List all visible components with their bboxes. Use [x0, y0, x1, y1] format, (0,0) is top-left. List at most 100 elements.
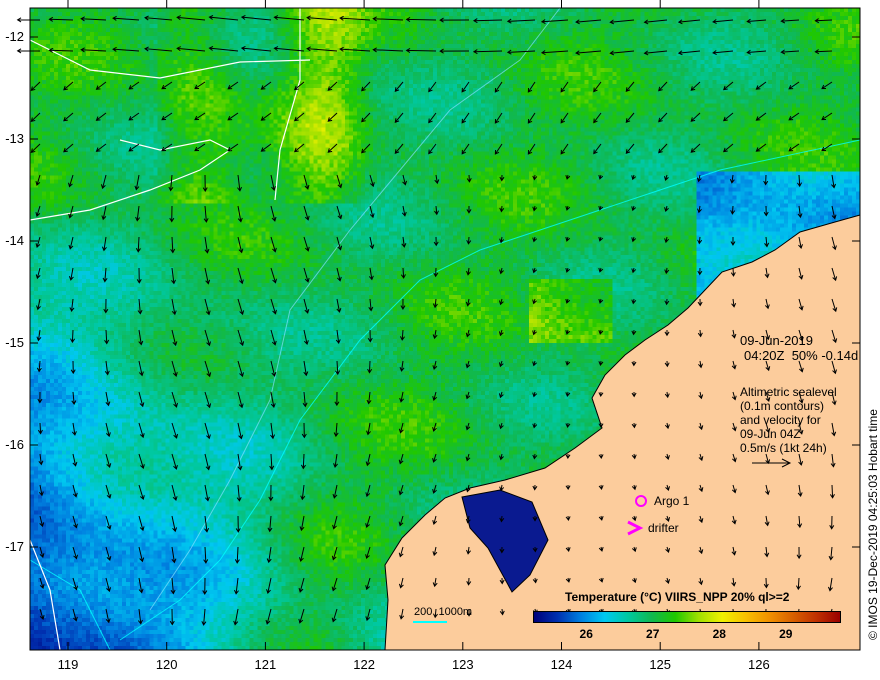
velocity-arrow [194, 143, 206, 152]
velocity-arrow [780, 18, 800, 24]
velocity-arrow [466, 174, 472, 183]
velocity-arrow [598, 267, 604, 273]
velocity-arrow [498, 329, 504, 337]
velocity-arrow [788, 81, 800, 90]
sealevel-contour [29, 8, 311, 651]
velocity-arrow [466, 236, 472, 245]
velocity-arrow [821, 81, 833, 90]
velocity-arrow [203, 546, 209, 564]
velocity-arrow [104, 360, 110, 376]
velocity-arrow [176, 46, 206, 52]
velocity-arrow [104, 329, 110, 345]
colorbar-tick-label: 29 [779, 627, 793, 641]
velocity-arrow [112, 15, 140, 21]
velocity-arrow [428, 143, 437, 155]
velocity-arrow [303, 329, 309, 346]
velocity-arrow [327, 143, 338, 153]
velocity-arrow [372, 16, 404, 22]
velocity-arrow [303, 267, 310, 283]
velocity-arrow [405, 16, 437, 22]
velocity-arrow [171, 391, 178, 408]
velocity-arrow [540, 50, 569, 56]
velocity-arrow [227, 143, 239, 152]
velocity-arrow [95, 112, 107, 121]
velocity-arrow [368, 267, 374, 281]
velocity-arrow [712, 50, 734, 56]
velocity-arrow [472, 18, 503, 24]
velocity-arrow [71, 422, 77, 436]
velocity-arrow [237, 329, 245, 347]
velocity-arrow [100, 174, 107, 190]
velocity-arrow [746, 18, 767, 24]
lon-tick-label: 119 [57, 657, 79, 672]
velocity-arrow [609, 50, 635, 56]
velocity-arrow [80, 16, 107, 22]
velocity-arrow [532, 329, 537, 336]
velocity-arrow [394, 112, 404, 123]
colorbar-tick-label: 28 [712, 627, 726, 641]
velocity-arrow [204, 484, 210, 502]
velocity-arrow [366, 391, 372, 405]
velocity-arrow [327, 112, 338, 122]
colorbar-tick-label: 26 [579, 627, 593, 641]
velocity-arrow [466, 267, 471, 276]
velocity-arrow [401, 205, 407, 217]
velocity-arrow [565, 174, 571, 180]
velocity-arrow [39, 546, 45, 559]
velocity-arrow [631, 236, 637, 243]
velocity-arrow [204, 391, 212, 409]
velocity-arrow [237, 298, 245, 316]
velocity-arrow [171, 360, 178, 377]
velocity-arrow [696, 205, 702, 214]
velocity-arrow [72, 546, 79, 560]
velocity-arrow [506, 18, 536, 24]
velocity-arrow [234, 546, 240, 564]
velocity-arrow [428, 112, 437, 124]
velocity-arrow [237, 174, 243, 192]
velocity-arrow [631, 267, 637, 274]
velocity-arrow [194, 81, 206, 90]
velocity-arrow [333, 453, 338, 468]
velocity-arrow [394, 81, 404, 92]
velocity-arrow [361, 81, 371, 92]
velocity-arrow [36, 360, 42, 373]
velocity-arrow [532, 205, 538, 212]
velocity-arrow [204, 453, 211, 471]
velocity-arrow [30, 112, 41, 122]
velocity-arrow [400, 267, 406, 279]
velocity-arrow [631, 329, 637, 336]
velocity-arrow [69, 298, 75, 313]
velocity-arrow [170, 577, 176, 595]
velocity-arrow [171, 422, 179, 439]
time-label: 04:20Z 50% -0.14d [744, 348, 859, 363]
velocity-arrow [697, 236, 703, 245]
velocity-arrow [298, 577, 305, 593]
velocity-arrow [336, 236, 343, 251]
velocity-arrow [144, 15, 173, 21]
velocity-arrow [36, 329, 42, 342]
velocity-arrow [593, 81, 602, 93]
velocity-arrow [306, 46, 338, 52]
velocity-arrow [300, 453, 306, 470]
velocity-arrow [339, 15, 371, 21]
velocity-arrow [105, 453, 112, 469]
velocity-arrow [712, 19, 734, 25]
velocity-arrow [755, 81, 767, 90]
velocity-arrow [134, 174, 140, 191]
velocity-arrow [331, 546, 338, 561]
velocity-arrow [565, 205, 571, 211]
velocity-arrow [80, 47, 107, 53]
velocity-arrow [527, 112, 536, 124]
velocity-arrow [336, 298, 342, 313]
velocity-arrow [365, 515, 371, 529]
velocity-arrow [532, 267, 537, 274]
velocity-arrow [63, 143, 74, 153]
velocity-arrow [797, 174, 802, 188]
velocity-arrow [755, 143, 767, 152]
velocity-arrow [105, 484, 112, 499]
velocity-arrow [625, 143, 635, 154]
velocity-arrow [664, 298, 670, 306]
velocity-arrow [204, 298, 211, 316]
velocity-arrow [171, 453, 178, 470]
velocity-arrow [171, 484, 178, 502]
